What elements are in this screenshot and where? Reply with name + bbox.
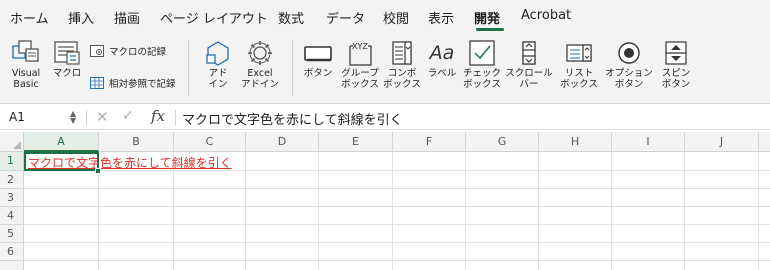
column-header-h[interactable]: H [539, 132, 612, 152]
column-header-f[interactable]: F [393, 132, 466, 152]
macro-label: マクロ [52, 68, 82, 79]
column-header-k[interactable] [759, 132, 770, 152]
gridline [24, 206, 770, 207]
relative-reference-icon [90, 77, 104, 89]
relative-reference-label: 相対参照で記録 [109, 79, 176, 90]
combo-box-control[interactable]: コンボ ボックス [382, 38, 422, 90]
record-icon [90, 45, 104, 57]
tab-page-layout[interactable]: ページ レイアウト [160, 8, 268, 27]
visual-basic-button[interactable]: Visual Basic [6, 38, 46, 90]
active-tab-indicator [476, 28, 504, 31]
tab-home[interactable]: ホーム [10, 8, 49, 27]
excel-addins-label: Excel アドイン [240, 68, 279, 90]
label-control-label: ラベル [427, 68, 457, 79]
check-box-icon [469, 40, 495, 66]
spin-button-icon [665, 41, 687, 65]
gridline [24, 242, 770, 243]
column-header-c[interactable]: C [174, 132, 246, 152]
row-header-1[interactable]: 1 [0, 152, 24, 171]
ribbon-separator [292, 40, 293, 96]
formula-input[interactable]: マクロで文字色を赤にして斜線を引く [182, 109, 403, 128]
selected-cell-border[interactable] [24, 152, 99, 171]
spreadsheet-grid[interactable]: A B C D E F G H I J 1 2 3 4 5 6 マクロで文字色を… [0, 132, 770, 270]
scroll-bar-control[interactable]: スクロール バー [504, 38, 554, 90]
column-header-b[interactable]: B [99, 132, 174, 152]
row-header-6[interactable]: 6 [0, 243, 24, 261]
list-box-icon [566, 44, 592, 62]
row-header-5[interactable]: 5 [0, 225, 24, 243]
tab-formulas[interactable]: 数式 [278, 8, 304, 27]
option-button-control[interactable]: オプション ボタン [604, 38, 654, 90]
group-box-icon-text: XYZ [352, 42, 368, 51]
list-box-label: リスト ボックス [560, 68, 598, 90]
visual-basic-label: Visual Basic [11, 68, 41, 90]
spin-button-label: スピン ボタン [661, 68, 691, 90]
label-control-icon: Aa [429, 42, 455, 64]
column-header-e[interactable]: E [319, 132, 393, 152]
column-header-d[interactable]: D [246, 132, 319, 152]
fill-handle[interactable] [95, 168, 101, 174]
tab-view[interactable]: 表示 [428, 8, 454, 27]
name-box[interactable]: A1 [6, 108, 66, 127]
group-box-control[interactable]: XYZ グループ ボックス [336, 38, 384, 90]
select-all-icon [13, 141, 21, 149]
ribbon-developer: Visual Basic マクロ マクロの記録 相対参照で記録 アド イン Ex… [0, 34, 770, 104]
cancel-icon[interactable]: ✕ [96, 108, 109, 126]
visual-basic-icon [12, 40, 39, 62]
row-header-2[interactable]: 2 [0, 171, 24, 189]
button-control-icon [304, 46, 332, 62]
column-header-i[interactable]: I [612, 132, 685, 152]
label-control[interactable]: Aa ラベル [424, 38, 460, 79]
formula-bar-separator [175, 110, 176, 125]
addins-button[interactable]: アド イン [198, 38, 238, 90]
ribbon-separator [188, 40, 189, 96]
gridline [24, 188, 770, 189]
check-box-control[interactable]: チェック ボックス [462, 38, 502, 90]
tab-draw[interactable]: 描画 [114, 8, 140, 27]
list-box-control[interactable]: リスト ボックス [556, 38, 602, 90]
row-header-3[interactable]: 3 [0, 189, 24, 207]
macro-icon [54, 41, 80, 65]
record-macro-button[interactable]: マクロの記録 [90, 44, 166, 58]
column-header-a[interactable]: A [24, 132, 99, 152]
scroll-bar-label: スクロール バー [505, 68, 553, 90]
record-macro-label: マクロの記録 [109, 47, 167, 58]
formula-bar-separator [86, 110, 87, 125]
option-button-icon [618, 42, 640, 64]
tab-data[interactable]: データ [326, 8, 365, 27]
formula-bar: A1 ▲ ▼ ✕ ✓ fx マクロで文字色を赤にして斜線を引く [0, 105, 770, 130]
enter-check-icon[interactable]: ✓ [122, 108, 134, 124]
ribbon-tab-bar: ホーム 挿入 描画 ページ レイアウト 数式 データ 校閲 表示 開発 Acro… [0, 0, 770, 34]
name-box-dropdown-icon[interactable]: ▲ ▼ [70, 110, 76, 125]
button-control-label: ボタン [303, 68, 333, 79]
gear-icon [248, 41, 272, 65]
tab-acrobat[interactable]: Acrobat [521, 8, 571, 23]
combo-box-label: コンボ ボックス [383, 68, 421, 90]
form-button-control[interactable]: ボタン [298, 38, 338, 79]
row-header-7[interactable] [0, 261, 24, 270]
option-button-label: オプション ボタン [605, 68, 653, 90]
check-box-label: チェック ボックス [462, 68, 501, 90]
tab-review[interactable]: 校閲 [383, 8, 409, 27]
macro-button[interactable]: マクロ [50, 38, 84, 79]
column-header-g[interactable]: G [466, 132, 539, 152]
tab-developer[interactable]: 開発 [474, 8, 500, 27]
select-all-corner[interactable] [0, 132, 24, 152]
addins-label: アド イン [208, 68, 228, 90]
spin-button-control[interactable]: スピン ボタン [656, 38, 696, 90]
row-header-4[interactable]: 4 [0, 207, 24, 225]
relative-reference-button[interactable]: 相対参照で記録 [90, 76, 176, 90]
excel-addins-button[interactable]: Excel アドイン [236, 38, 284, 90]
addins-icon [206, 41, 229, 66]
scroll-bar-icon [522, 41, 536, 65]
insert-function-button[interactable]: fx [151, 107, 165, 125]
tab-insert[interactable]: 挿入 [68, 8, 94, 27]
gridline [24, 224, 770, 225]
gridline [24, 260, 770, 261]
combo-box-icon [392, 41, 412, 65]
group-box-label: グループ ボックス [341, 68, 379, 90]
column-header-j[interactable]: J [685, 132, 759, 152]
